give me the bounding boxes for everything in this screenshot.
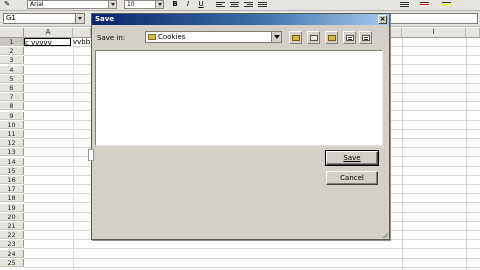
underline-button[interactable]: U: [196, 0, 206, 9]
font-name-combo[interactable]: Arial: [27, 0, 117, 9]
row-header[interactable]: 20: [0, 212, 24, 221]
row-header[interactable]: 13: [0, 148, 24, 157]
gridline: [24, 257, 480, 259]
column-header-i[interactable]: I: [402, 28, 466, 38]
font-size-combo[interactable]: 10: [124, 0, 164, 9]
cancel-button-label: Cancel: [340, 174, 364, 182]
align-center-icon[interactable]: [230, 1, 239, 8]
chevron-down-icon[interactable]: [155, 1, 163, 8]
font-name-value: Arial: [30, 1, 44, 8]
select-all-corner[interactable]: [0, 28, 24, 38]
row-header[interactable]: 14: [0, 157, 24, 166]
column-header-a[interactable]: A: [24, 28, 73, 38]
row-header[interactable]: 5: [0, 74, 24, 83]
formula-input[interactable]: [390, 13, 478, 24]
name-box-value: G1: [6, 14, 16, 22]
up-folder-button[interactable]: [289, 31, 302, 44]
splitter-handle[interactable]: [88, 149, 94, 161]
column-header[interactable]: [390, 28, 402, 38]
italic-button[interactable]: I: [183, 0, 193, 9]
formatting-toolbar: ✎ Arial 10 B I U: [0, 0, 480, 11]
cell-a1[interactable]: c vvvvv: [24, 38, 71, 47]
chevron-down-icon[interactable]: [75, 14, 84, 23]
row-header[interactable]: 15: [0, 166, 24, 175]
gridline: [24, 248, 480, 250]
background-color-icon[interactable]: [442, 1, 451, 8]
folder-icon: [148, 34, 156, 40]
detail-view-button[interactable]: [359, 31, 372, 44]
save-in-combo[interactable]: Cookies: [145, 31, 282, 43]
save-in-label: Save in:: [97, 34, 126, 42]
row-header[interactable]: 18: [0, 194, 24, 203]
row-header[interactable]: 10: [0, 120, 24, 129]
row-header[interactable]: 4: [0, 65, 24, 74]
cell-b1-value: vvbb: [73, 38, 91, 46]
row-header[interactable]: 8: [0, 102, 24, 111]
justify-icon[interactable]: [258, 1, 267, 8]
row-header[interactable]: 9: [0, 111, 24, 120]
save-button[interactable]: Save: [325, 150, 379, 166]
format-paintbrush-icon[interactable]: ✎: [2, 0, 12, 9]
list-view-button[interactable]: [343, 31, 356, 44]
cell-b1[interactable]: vvbb: [73, 38, 93, 46]
close-icon: ×: [379, 15, 386, 23]
row-header[interactable]: 16: [0, 176, 24, 184]
file-list[interactable]: [95, 50, 383, 146]
align-left-icon[interactable]: [216, 1, 225, 8]
borders-icon[interactable]: [400, 1, 409, 8]
home-icon: [310, 35, 318, 41]
new-folder-icon: [328, 35, 336, 41]
chevron-down-icon[interactable]: [271, 32, 281, 42]
dialog-title: Save: [95, 15, 115, 23]
bold-button[interactable]: B: [170, 0, 180, 9]
resize-grip-icon[interactable]: [382, 232, 388, 238]
row-header[interactable]: 17: [0, 185, 24, 194]
row-header[interactable]: 7: [0, 93, 24, 102]
row-header[interactable]: 2: [0, 47, 24, 56]
new-folder-button[interactable]: [325, 31, 338, 44]
close-button[interactable]: ×: [378, 15, 387, 24]
font-size-value: 10: [127, 1, 135, 8]
row-header[interactable]: 24: [0, 249, 24, 258]
name-box[interactable]: G1: [3, 13, 85, 24]
save-button-label: Save: [343, 154, 361, 162]
row-header[interactable]: 22: [0, 231, 24, 240]
row-header[interactable]: 21: [0, 222, 24, 230]
gridline: [24, 266, 480, 268]
current-folder-value: Cookies: [158, 33, 186, 41]
column-header[interactable]: [466, 28, 480, 38]
save-dialog: Save × Save in: Cookies Save Cancel: [88, 13, 390, 240]
home-button[interactable]: [307, 31, 320, 44]
row-header[interactable]: 1: [0, 38, 24, 46]
dialog-titlebar[interactable]: Save ×: [92, 14, 389, 25]
font-color-icon[interactable]: [420, 1, 429, 8]
row-header[interactable]: 12: [0, 139, 24, 148]
column-header[interactable]: [73, 28, 91, 38]
up-folder-icon: [292, 35, 300, 41]
row-header[interactable]: 19: [0, 203, 24, 212]
cancel-button[interactable]: Cancel: [326, 171, 378, 185]
detail-view-icon: [362, 35, 370, 41]
row-header[interactable]: 23: [0, 240, 24, 249]
chevron-down-icon[interactable]: [108, 1, 116, 8]
row-header[interactable]: 11: [0, 130, 24, 138]
row-header[interactable]: 3: [0, 56, 24, 65]
row-header[interactable]: 6: [0, 84, 24, 92]
align-right-icon[interactable]: [244, 1, 253, 8]
list-view-icon: [346, 35, 354, 41]
row-header[interactable]: 25: [0, 258, 24, 267]
